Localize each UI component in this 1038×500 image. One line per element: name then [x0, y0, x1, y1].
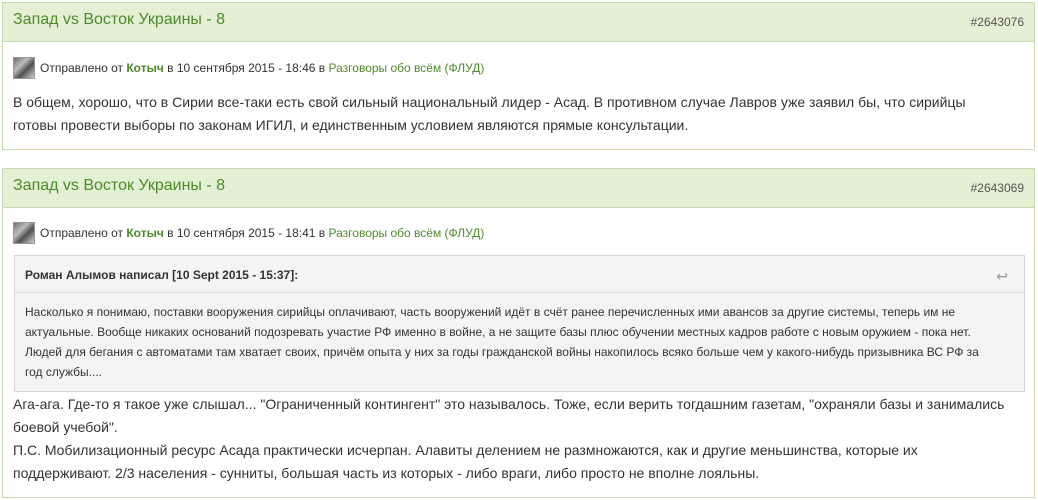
avatar[interactable]	[13, 222, 35, 244]
quote-line: Насколько я понимаю, поставки вооружения…	[25, 305, 956, 319]
post-header: Запад vs Восток Украины - 8 #2643069	[3, 169, 1034, 208]
quote-body: Насколько я понимаю, поставки вооружения…	[15, 293, 1024, 382]
meta-prefix: Отправлено от	[40, 226, 123, 240]
avatar[interactable]	[13, 57, 35, 79]
post-body: В общем, хорошо, что в Сирии все-таки ес…	[13, 91, 1024, 137]
meta-date: в 10 сентября 2015 - 18:46 в	[167, 61, 326, 75]
reply-arrow-icon[interactable]: ↩	[996, 268, 1008, 285]
post-meta: Отправлено от Котыч в 10 сентября 2015 -…	[13, 56, 484, 80]
quote-line: актуальные. Вообще никаких оснований под…	[25, 325, 971, 339]
quote-line: год службы....	[25, 365, 102, 379]
post: Запад vs Восток Украины - 8 #2643076 Отп…	[2, 2, 1035, 150]
post-id[interactable]: #2643076	[971, 15, 1024, 29]
quote-author: Роман Алымов написал [10 Sept 2015 - 15:…	[25, 268, 299, 282]
quote-header: Роман Алымов написал [10 Sept 2015 - 15:…	[15, 256, 1024, 293]
quote-block: Роман Алымов написал [10 Sept 2015 - 15:…	[14, 255, 1025, 392]
body-line: готовы провести выборы по законам ИГИЛ, …	[13, 117, 689, 133]
forum-link[interactable]: Разговоры обо всём (ФЛУД)	[329, 61, 485, 75]
meta-prefix: Отправлено от	[40, 61, 123, 75]
author-link[interactable]: Котыч	[126, 61, 163, 75]
post: Запад vs Восток Украины - 8 #2643069 Отп…	[2, 168, 1035, 498]
quote-line: Людей для бегания с автоматами там хвата…	[25, 345, 979, 359]
body-line: П.С. Мобилизационный ресурс Асада практи…	[13, 442, 918, 458]
body-line: поддерживают. 2/3 населения - сунниты, б…	[13, 465, 760, 481]
post-id[interactable]: #2643069	[971, 181, 1024, 195]
post-header: Запад vs Восток Украины - 8 #2643076	[3, 3, 1034, 42]
body-line: боевой учебой".	[13, 419, 118, 435]
post-body: Ага-ага. Где-то я такое уже слышал... "О…	[13, 393, 1024, 485]
post-title-link[interactable]: Запад vs Восток Украины - 8	[13, 11, 225, 29]
post-title-link[interactable]: Запад vs Восток Украины - 8	[13, 177, 225, 195]
meta-date: в 10 сентября 2015 - 18:41 в	[167, 226, 326, 240]
author-link[interactable]: Котыч	[126, 226, 163, 240]
post-meta: Отправлено от Котыч в 10 сентября 2015 -…	[13, 221, 484, 245]
body-line: В общем, хорошо, что в Сирии все-таки ес…	[13, 94, 966, 110]
body-line: Ага-ага. Где-то я такое уже слышал... "О…	[13, 396, 1005, 412]
forum-link[interactable]: Разговоры обо всём (ФЛУД)	[329, 226, 485, 240]
